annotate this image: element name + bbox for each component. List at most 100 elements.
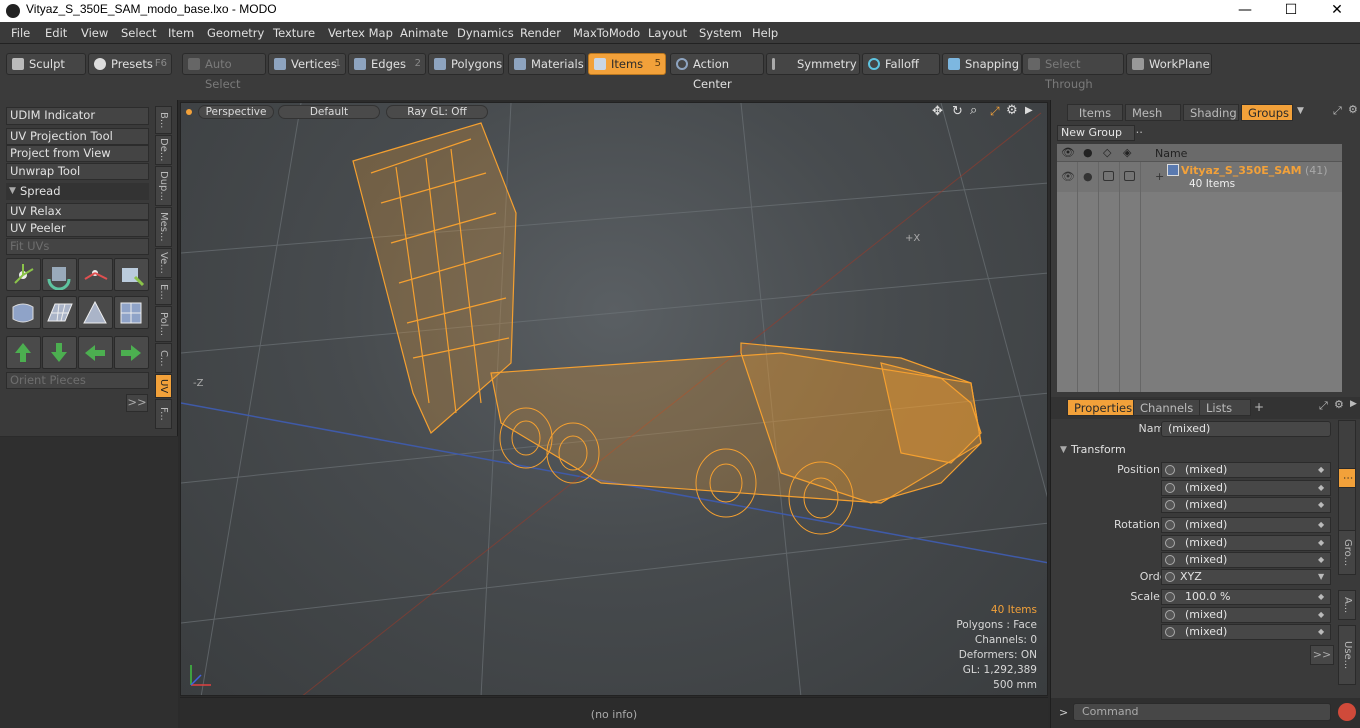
- vtab-deform[interactable]: De...: [155, 135, 172, 165]
- vtab-uv[interactable]: UV: [155, 374, 172, 398]
- add-tab-icon[interactable]: +: [1254, 400, 1264, 414]
- link-icon[interactable]: ◆: [1318, 500, 1328, 510]
- edges-button[interactable]: Edges 2: [348, 53, 426, 75]
- symmetry-button[interactable]: Symmetry: [766, 53, 860, 75]
- menu-texture[interactable]: Texture: [273, 26, 315, 40]
- eye-icon[interactable]: 👁: [1061, 170, 1075, 183]
- position-z-field[interactable]: (mixed) ◆: [1161, 497, 1331, 513]
- vtab-polygon[interactable]: Pol...: [155, 306, 172, 342]
- menu-select[interactable]: Select: [121, 26, 156, 40]
- arrow-up-icon[interactable]: [6, 336, 41, 369]
- channel-dot-icon[interactable]: [1165, 483, 1175, 493]
- close-button[interactable]: ✕: [1314, 0, 1360, 22]
- menu-layout[interactable]: Layout: [648, 26, 687, 40]
- rotation-z-field[interactable]: (mixed) ◆: [1161, 552, 1331, 568]
- position-x-field[interactable]: (mixed) ◆: [1161, 462, 1331, 478]
- menu-render[interactable]: Render: [520, 26, 561, 40]
- pan-icon[interactable]: ✥: [932, 104, 943, 119]
- link-icon[interactable]: ◆: [1318, 520, 1328, 530]
- udim-indicator-button[interactable]: UDIM Indicator: [6, 107, 149, 125]
- expand-icon[interactable]: +: [1155, 170, 1164, 183]
- properties-menu-icon[interactable]: ▶: [1350, 399, 1357, 409]
- properties-maximize-icon[interactable]: ⤢: [1319, 399, 1328, 413]
- action-center-button[interactable]: Action Center: [670, 53, 764, 91]
- vertices-button[interactable]: Vertices 1: [268, 53, 346, 75]
- menu-edit[interactable]: Edit: [45, 26, 67, 40]
- uv-scale-icon[interactable]: [78, 258, 113, 291]
- scale-x-field[interactable]: 100.0 % ◆: [1161, 589, 1331, 605]
- falloff-button[interactable]: Falloff: [862, 53, 940, 75]
- uv-projection-tool-button[interactable]: UV Projection Tool: [6, 128, 149, 145]
- orient-pieces-button[interactable]: Orient Pieces: [6, 372, 149, 389]
- auto-select-button[interactable]: Auto Select: [182, 53, 266, 91]
- uv-grid-icon[interactable]: [42, 296, 77, 329]
- items-button[interactable]: Items 5: [588, 53, 666, 75]
- vtab-basic[interactable]: B...: [155, 106, 172, 134]
- select-toggle[interactable]: [1124, 171, 1135, 181]
- channel-dot-icon[interactable]: [1165, 610, 1175, 620]
- maximize-button[interactable]: ☐: [1268, 0, 1314, 22]
- arrow-left-icon[interactable]: [78, 336, 113, 369]
- tab-groups[interactable]: Groups: [1241, 104, 1293, 121]
- scale-y-field[interactable]: (mixed) ◆: [1161, 607, 1331, 623]
- menu-file[interactable]: File: [11, 26, 30, 40]
- rotation-x-field[interactable]: (mixed) ◆: [1161, 517, 1331, 533]
- tab-properties[interactable]: Properties: [1067, 399, 1140, 416]
- fit-view-icon[interactable]: ⤢: [990, 104, 1000, 119]
- tab-shading[interactable]: Shading: [1183, 104, 1239, 121]
- uv-transform-icon[interactable]: [114, 258, 149, 291]
- channel-dot-icon[interactable]: [1165, 520, 1175, 530]
- menu-help[interactable]: Help: [752, 26, 778, 40]
- record-icon[interactable]: [1338, 703, 1356, 721]
- expand-more-button[interactable]: >>: [126, 394, 148, 412]
- uv-cylinder-icon[interactable]: [6, 296, 41, 329]
- vtab-vertex[interactable]: Ve...: [155, 248, 172, 278]
- sculpt-button[interactable]: Sculpt: [6, 53, 86, 75]
- maximize-panel-icon[interactable]: ⤢: [1333, 104, 1342, 118]
- 3d-viewport[interactable]: +X -Z 40 Items Polygons : Face Channels:…: [180, 102, 1048, 696]
- minimize-button[interactable]: —: [1222, 0, 1268, 22]
- side-tab-active[interactable]: ⋮: [1338, 468, 1356, 488]
- vtab-duplicate[interactable]: Dup...: [155, 166, 172, 206]
- group-row[interactable]: 👁 ● + Vityaz_S_350E_SAM (41) 40 Items: [1057, 162, 1342, 192]
- channel-dot-icon[interactable]: [1165, 500, 1175, 510]
- tab-lists[interactable]: Lists: [1199, 399, 1251, 416]
- rotation-y-field[interactable]: (mixed) ◆: [1161, 535, 1331, 551]
- channel-dot-icon[interactable]: [1165, 592, 1175, 602]
- menu-system[interactable]: System: [699, 26, 742, 40]
- snapping-button[interactable]: Snapping: [942, 53, 1022, 75]
- rotate-view-icon[interactable]: ↻: [952, 104, 963, 119]
- viewport-menu-arrow-icon[interactable]: ▶: [1025, 105, 1033, 116]
- menu-view[interactable]: View: [81, 26, 108, 40]
- link-icon[interactable]: ◆: [1318, 465, 1328, 475]
- vtab-curve[interactable]: C...: [155, 343, 172, 373]
- scale-z-field[interactable]: (mixed) ◆: [1161, 624, 1331, 640]
- vtab-fusion[interactable]: F...: [155, 399, 172, 429]
- perspective-dropdown[interactable]: Perspective: [198, 105, 274, 119]
- link-icon[interactable]: ◆: [1318, 627, 1328, 637]
- arrow-down-icon[interactable]: [42, 336, 77, 369]
- uv-peeler-button[interactable]: UV Peeler: [6, 220, 149, 237]
- workplane-button[interactable]: WorkPlane: [1126, 53, 1212, 75]
- menu-geometry[interactable]: Geometry: [207, 26, 264, 40]
- transform-header[interactable]: ▼ Transform: [1057, 442, 1337, 459]
- menu-vertex-map[interactable]: Vertex Map: [328, 26, 393, 40]
- uv-relax-button[interactable]: UV Relax: [6, 203, 149, 220]
- side-tab-groups[interactable]: Gro...: [1338, 530, 1356, 575]
- channel-dot-icon[interactable]: [1165, 555, 1175, 565]
- properties-more-button[interactable]: >>: [1310, 645, 1334, 665]
- raygl-toggle[interactable]: Ray GL: Off: [386, 105, 488, 119]
- vtab-mesh-edit[interactable]: Mes...: [155, 207, 172, 247]
- shading-dropdown[interactable]: Default: [278, 105, 380, 119]
- side-tab-user[interactable]: Use...: [1338, 625, 1356, 685]
- link-icon[interactable]: ◆: [1318, 538, 1328, 548]
- project-from-view-button[interactable]: Project from View: [6, 145, 149, 162]
- name-field[interactable]: (mixed): [1161, 421, 1331, 437]
- fit-uvs-button[interactable]: Fit UVs: [6, 238, 149, 255]
- polygons-button[interactable]: Polygons: [428, 53, 504, 75]
- channel-dot-icon[interactable]: [1165, 572, 1175, 582]
- command-input[interactable]: Command: [1073, 703, 1331, 721]
- new-group-button[interactable]: New Group: [1057, 125, 1135, 141]
- uv-rotate-icon[interactable]: [42, 258, 77, 291]
- order-dropdown[interactable]: XYZ ▼: [1161, 569, 1331, 585]
